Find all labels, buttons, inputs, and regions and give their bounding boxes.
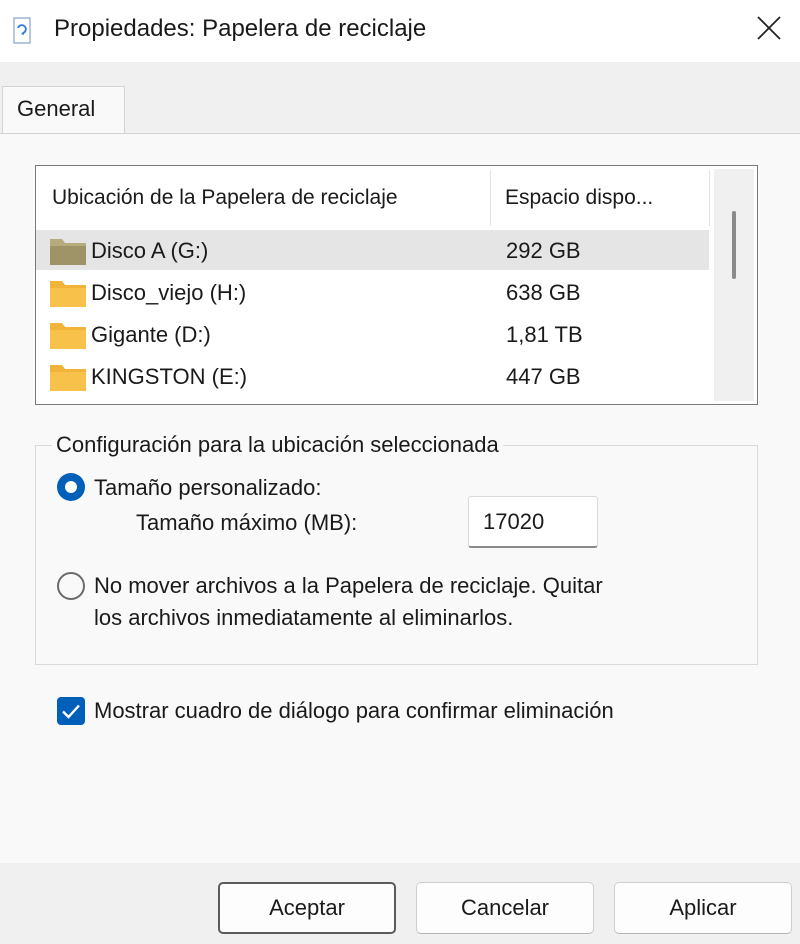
location-space: 292 GB (506, 238, 581, 263)
list-item[interactable]: Gigante (D:) 1,81 TB (36, 314, 709, 354)
location-space: 447 GB (506, 364, 581, 389)
confirm-dialog-checkbox[interactable] (57, 697, 85, 725)
list-item[interactable]: KINGSTON (E:) 447 GB (36, 356, 709, 396)
folder-icon (50, 281, 86, 307)
scrollbar-thumb[interactable] (732, 211, 736, 279)
location-space: 1,81 TB (506, 322, 583, 347)
tab-strip: General (0, 62, 800, 136)
list-item[interactable]: Disco_viejo (H:) 638 GB (36, 272, 709, 312)
recycle-bin-icon (13, 17, 31, 44)
no-move-radio[interactable] (57, 572, 85, 600)
confirm-dialog-label[interactable]: Mostrar cuadro de diálogo para confirmar… (94, 698, 614, 724)
folder-icon (50, 239, 86, 265)
custom-size-radio[interactable] (57, 473, 85, 501)
max-size-label: Tamaño máximo (MB): (136, 510, 358, 535)
close-icon (757, 16, 781, 40)
ok-button[interactable]: Aceptar (218, 882, 396, 934)
no-move-label-line2[interactable]: los archivos inmediatamente al eliminarl… (94, 605, 513, 631)
title-bar: Propiedades: Papelera de reciclaje (0, 0, 800, 62)
checkmark-icon (62, 704, 80, 719)
location-list[interactable]: Ubicación de la Papelera de reciclaje Es… (35, 165, 758, 405)
location-name: KINGSTON (E:) (91, 364, 248, 389)
no-move-label-line1[interactable]: No mover archivos a la Papelera de recic… (94, 573, 603, 599)
settings-group-title: Configuración para la ubicación seleccio… (52, 432, 503, 458)
window-title: Propiedades: Papelera de reciclaje (54, 15, 427, 42)
close-button[interactable] (738, 0, 800, 56)
tab-general-label: General (17, 96, 96, 121)
custom-size-label[interactable]: Tamaño personalizado: (94, 475, 321, 501)
column-header-location[interactable]: Ubicación de la Papelera de reciclaje (52, 186, 398, 210)
tab-general[interactable]: General (2, 86, 125, 136)
location-name: Disco A (G:) (91, 238, 209, 263)
apply-button[interactable]: Aplicar (614, 882, 792, 934)
column-header-space[interactable]: Espacio dispo... (505, 186, 653, 210)
location-name: Disco_viejo (H:) (91, 280, 247, 305)
list-header: Ubicación de la Papelera de reciclaje Es… (36, 166, 713, 228)
column-divider[interactable] (709, 170, 710, 226)
vertical-scrollbar[interactable] (714, 169, 754, 401)
location-space: 638 GB (506, 280, 581, 305)
max-size-value: 17020 (483, 509, 545, 534)
list-item[interactable]: Disco A (G:) 292 GB (36, 230, 709, 270)
folder-icon (50, 323, 86, 349)
folder-icon (50, 365, 86, 391)
cancel-button[interactable]: Cancelar (416, 882, 594, 934)
column-divider[interactable] (490, 170, 491, 226)
location-name: Gigante (D:) (91, 322, 211, 347)
max-size-input[interactable]: 17020 (468, 496, 598, 548)
